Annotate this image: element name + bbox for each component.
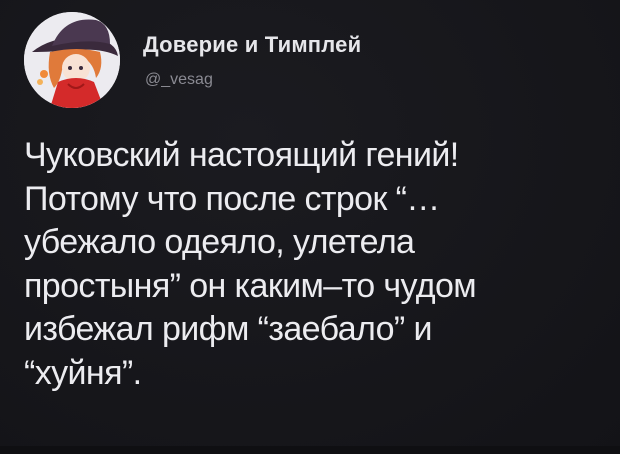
bottom-divider xyxy=(0,446,620,454)
author-name[interactable]: Доверие и Тимплей xyxy=(143,32,361,58)
avatar-illustration xyxy=(24,12,120,108)
author-handle[interactable]: @_vesag xyxy=(145,71,213,89)
avatar[interactable] xyxy=(24,12,120,108)
tweet-text: Чуковский настоящий гений! Потому что по… xyxy=(24,136,477,392)
tweet-card: Доверие и Тимплей @_vesag Чуковский наст… xyxy=(0,0,620,454)
